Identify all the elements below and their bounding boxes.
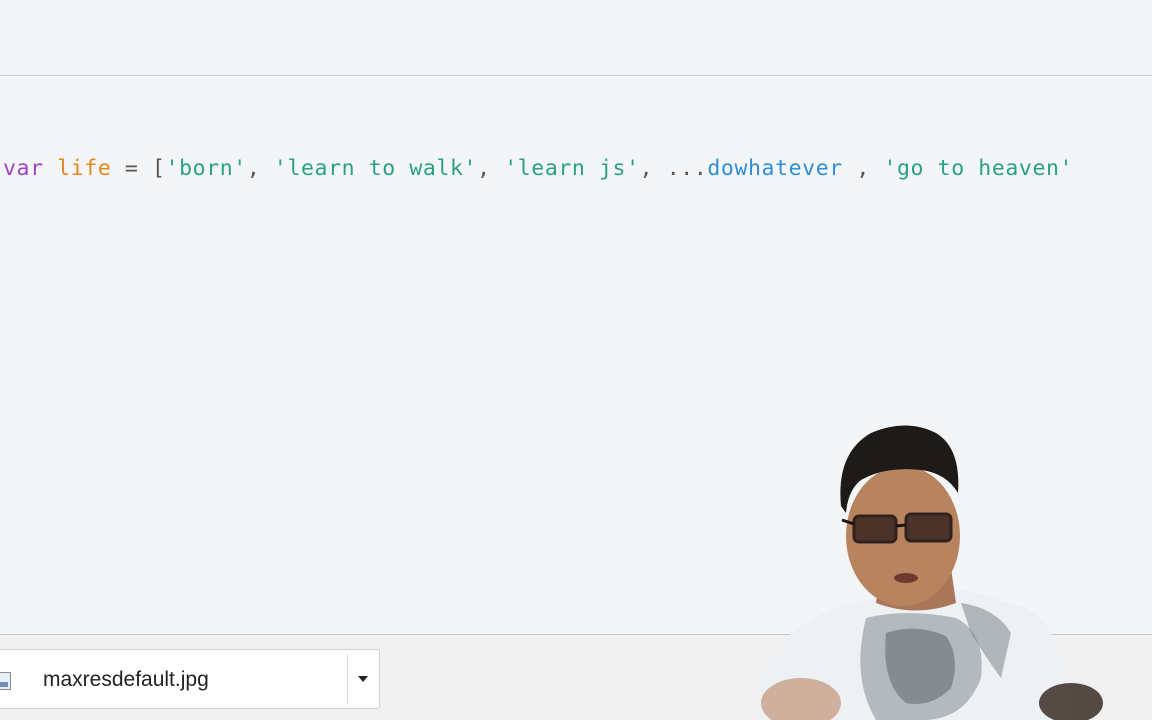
code-spread-operator: ... (666, 156, 708, 181)
download-menu-button[interactable] (348, 654, 378, 704)
code-variable: life (57, 156, 112, 181)
code-string-learn-to-walk: 'learn to walk' (273, 156, 478, 181)
image-file-icon (0, 672, 11, 690)
glasses-left-lens (852, 514, 898, 544)
presenter-webcam-overlay (756, 425, 1103, 720)
screen: var life = ['born', 'learn to walk', 'le… (0, 0, 1152, 720)
chevron-down-icon (358, 676, 368, 682)
code-identifier-dowhatever: dowhatever (707, 156, 843, 181)
code-separator: , (477, 156, 505, 181)
code-separator: , (639, 156, 667, 181)
top-toolbar-area (0, 0, 1152, 76)
code-string-learn-js: 'learn js' (504, 156, 640, 181)
code-string-born: 'born' (165, 156, 247, 181)
code-string-go-to-heaven: 'go to heaven' (883, 156, 1074, 181)
code-separator: , (842, 156, 884, 181)
code-open-bracket: [ (152, 156, 166, 181)
download-file-name: maxresdefault.jpg (43, 668, 209, 691)
glasses-right-lens (904, 512, 953, 543)
code-assign: = (111, 156, 153, 181)
code-separator: , (246, 156, 274, 181)
download-item[interactable]: maxresdefault.jpg (0, 649, 380, 709)
code-line: var life = ['born', 'learn to walk', 'le… (3, 156, 1073, 181)
code-keyword: var (3, 156, 44, 181)
